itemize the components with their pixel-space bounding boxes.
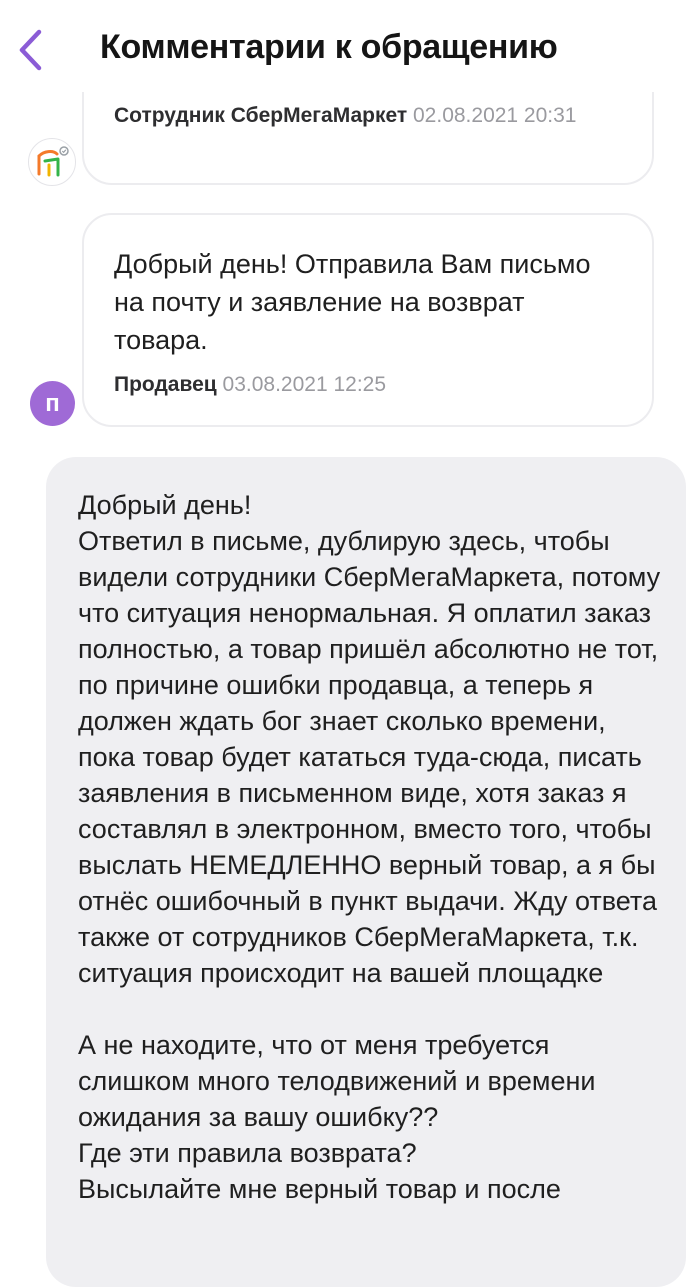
message-bubble-own: Добрый день! Ответил в письме, дублирую …	[46, 457, 686, 1287]
message-meta: Продавец 03.08.2021 12:25	[114, 371, 592, 399]
message-author: Сотрудник СберМегаМаркет	[114, 104, 408, 127]
message-author: Продавец	[114, 373, 217, 396]
message-text: Добрый день! Ответил в письме, дублирую …	[78, 490, 661, 1204]
back-button[interactable]	[10, 26, 50, 74]
page-title: Комментарии к обращению	[100, 28, 558, 66]
top-bar: Комментарии к обращению	[0, 0, 700, 92]
message-bubble-seller: Добрый день! Отправила Вам письмо на поч…	[82, 213, 654, 427]
avatar-seller: п	[30, 381, 75, 426]
chevron-left-icon	[19, 29, 42, 71]
message-timestamp: 03.08.2021 12:25	[222, 373, 387, 396]
message-text: Добрый день! Отправила Вам письмо на поч…	[114, 249, 591, 355]
sbermegamarket-logo-icon	[37, 146, 69, 177]
message-timestamp: 02.08.2021 20:31	[413, 104, 577, 127]
message-meta: Сотрудник СберМегаМаркет 02.08.2021 20:3…	[114, 102, 592, 130]
avatar-staff	[28, 138, 76, 186]
